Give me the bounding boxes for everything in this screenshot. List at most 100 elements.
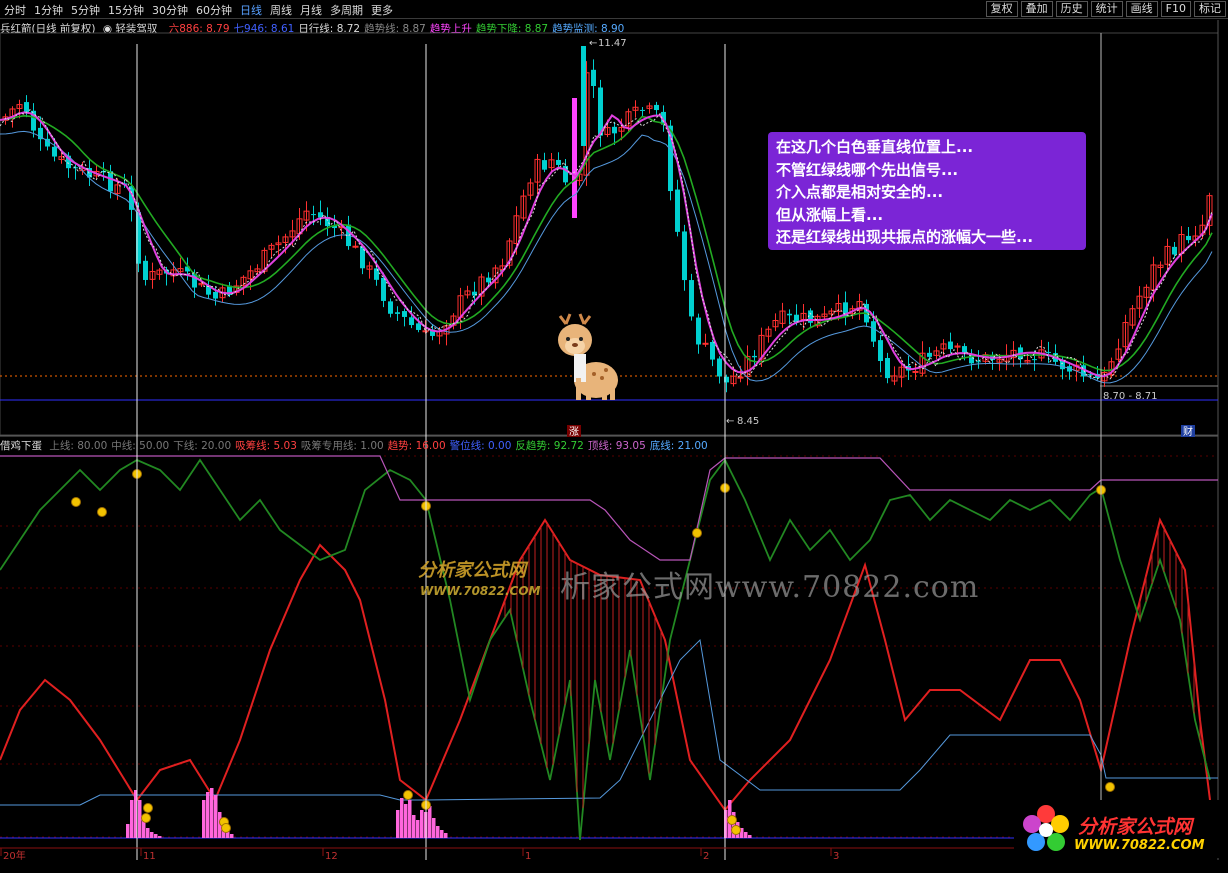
- accum-bar-27: [436, 826, 440, 838]
- candle-body-102: [717, 358, 722, 377]
- candle-body-3: [24, 102, 29, 113]
- annotation-line-2: 不管红绿线哪个先出信号...: [776, 160, 959, 179]
- sub-indicator-value-7: 反趋势: 92.72: [515, 440, 584, 452]
- candle-body-149: [1046, 351, 1051, 353]
- annotation-line-3: 介入点都是相对安全的...: [776, 183, 944, 201]
- candle-body-84: [591, 69, 596, 87]
- accum-bar-8: [158, 836, 162, 838]
- accum-bar-0: [126, 824, 130, 838]
- sub-indicator-value-1: 中线: 50.00: [111, 440, 170, 452]
- anti-trend-line: [0, 458, 1211, 841]
- x-tick-label-3: 1: [525, 851, 531, 862]
- sub-indicator-value-8: 顶线: 93.05: [587, 440, 646, 452]
- watermark-site-name: 分析家公式网: [418, 560, 526, 581]
- low-arrow: ←: [726, 416, 734, 427]
- accum-bar-36: [748, 835, 752, 838]
- candle-body-79: [556, 159, 561, 165]
- sub-indicator-value-4: 吸筹专用线: 1.00: [300, 440, 384, 452]
- candle-body-124: [871, 321, 876, 342]
- x-tick-label-4: 2: [703, 851, 709, 862]
- candle-body-99: [696, 317, 701, 345]
- candle-body-91: [640, 109, 645, 111]
- bottom-line: [0, 638, 1218, 806]
- accum-bar-16: [230, 834, 234, 838]
- candle-body-55: [388, 301, 393, 314]
- candle-body-132: [927, 352, 932, 357]
- sub-indicator-value-5: 趋势: 16.00: [387, 440, 446, 452]
- candle-body-96: [675, 189, 680, 232]
- annotation-line-4: 但从涨幅上看...: [776, 205, 884, 224]
- accum-bar-22: [416, 820, 420, 838]
- signal-dot-0: [71, 497, 81, 507]
- accum-bar-11: [210, 788, 214, 838]
- accum-bar-3: [138, 800, 142, 838]
- sub-indicator-lines: [0, 455, 1218, 841]
- accum-bar-19: [404, 804, 408, 838]
- sub-indicator-value-9: 底线: 21.00: [649, 440, 708, 452]
- x-axis: 20年 11 12 1 2 3: [0, 848, 839, 862]
- sub-indicator-value-2: 下线: 20.00: [173, 440, 232, 452]
- cai-marker[interactable]: 财: [1183, 425, 1193, 438]
- candle-body-85: [598, 87, 603, 136]
- accum-bar-29: [444, 833, 448, 838]
- candle-body-126: [885, 357, 890, 379]
- candle-body-77: [542, 160, 547, 170]
- candle-body-107: [752, 355, 757, 358]
- signal-dot-7: [1105, 782, 1115, 792]
- candle-body-15: [108, 171, 113, 192]
- logo-url: WWW.70822.COM: [1074, 838, 1205, 853]
- high-arrow: ←: [589, 38, 597, 49]
- candle-body-30: [213, 291, 218, 299]
- candle-body-53: [374, 268, 379, 280]
- x-tick-label-1: 11: [143, 851, 156, 862]
- sub-indicator-value-6: 警位线: 0.00: [449, 440, 512, 452]
- signal-dot-11: [221, 823, 231, 833]
- signal-dot-15: [731, 825, 741, 835]
- signal-dot-14: [727, 815, 737, 825]
- accum-bar-23: [420, 810, 424, 838]
- price-chart[interactable]: 11.47 ← 8.45 ← 8.70 - 8.71 涨 财 20年 11 12 1 2…: [0, 0, 1228, 873]
- accum-bar-9: [202, 800, 206, 838]
- x-tick-label-0: 20年: [3, 849, 26, 862]
- annotation-line-5: 还是红绿线出现共振点的涨幅大一些...: [776, 228, 1034, 246]
- accum-bar-10: [206, 792, 210, 838]
- sub-panel-grid: [0, 455, 1218, 839]
- candle-body-135: [948, 341, 953, 350]
- candle-body-100: [702, 342, 709, 345]
- signal-dot-9: [141, 813, 151, 823]
- zhang-marker[interactable]: 涨: [569, 426, 579, 438]
- candle-body-147: [1032, 359, 1037, 361]
- accum-bar-21: [412, 815, 416, 838]
- site-logo: 分析家公式网 WWW.70822.COM: [1014, 800, 1222, 858]
- candle-body-112: [787, 313, 792, 316]
- candle-special-0: [572, 98, 577, 218]
- candle-body-54: [381, 277, 386, 301]
- candle-body-101: [710, 341, 715, 360]
- x-tick-label-5: 3: [833, 851, 839, 862]
- sub-indicator-value-3: 吸筹线: 5.03: [235, 440, 297, 452]
- accum-bar-28: [440, 830, 444, 838]
- candle-body-105: [737, 376, 744, 379]
- candle-body-58: [409, 317, 414, 326]
- accum-bar-7: [154, 834, 158, 838]
- candle-body-56: [395, 312, 400, 314]
- signal-dot-1: [97, 507, 107, 517]
- candle-body-97: [682, 231, 687, 281]
- accum-bar-1: [130, 800, 134, 838]
- candle-special-1: [581, 46, 586, 146]
- accum-bar-25: [428, 806, 432, 838]
- candle-body-20: [143, 260, 148, 280]
- candle-body-167: [1172, 246, 1177, 255]
- low-price-label: 8.45: [737, 416, 759, 427]
- sub-indicator-name: 借鸡下蛋: [0, 440, 42, 452]
- candle-body-125: [878, 340, 883, 361]
- candle-body-169: [1186, 235, 1191, 241]
- candle-body-50: [352, 245, 359, 248]
- candle-body-130: [912, 370, 919, 373]
- annotation-box: 在这几个白色垂直线位置上... 不管红绿线哪个先出信号... 介入点都是相对安全…: [768, 132, 1086, 250]
- candle-body-93: [654, 104, 659, 111]
- deer-mascot-icon: [558, 313, 618, 400]
- candle-body-44: [311, 214, 316, 216]
- sub-indicator-header: 借鸡下蛋 上线: 80.00 中线: 50.00 下线: 20.00 吸筹线: 5.0…: [0, 438, 716, 453]
- logo-title: 分析家公式网: [1078, 816, 1193, 838]
